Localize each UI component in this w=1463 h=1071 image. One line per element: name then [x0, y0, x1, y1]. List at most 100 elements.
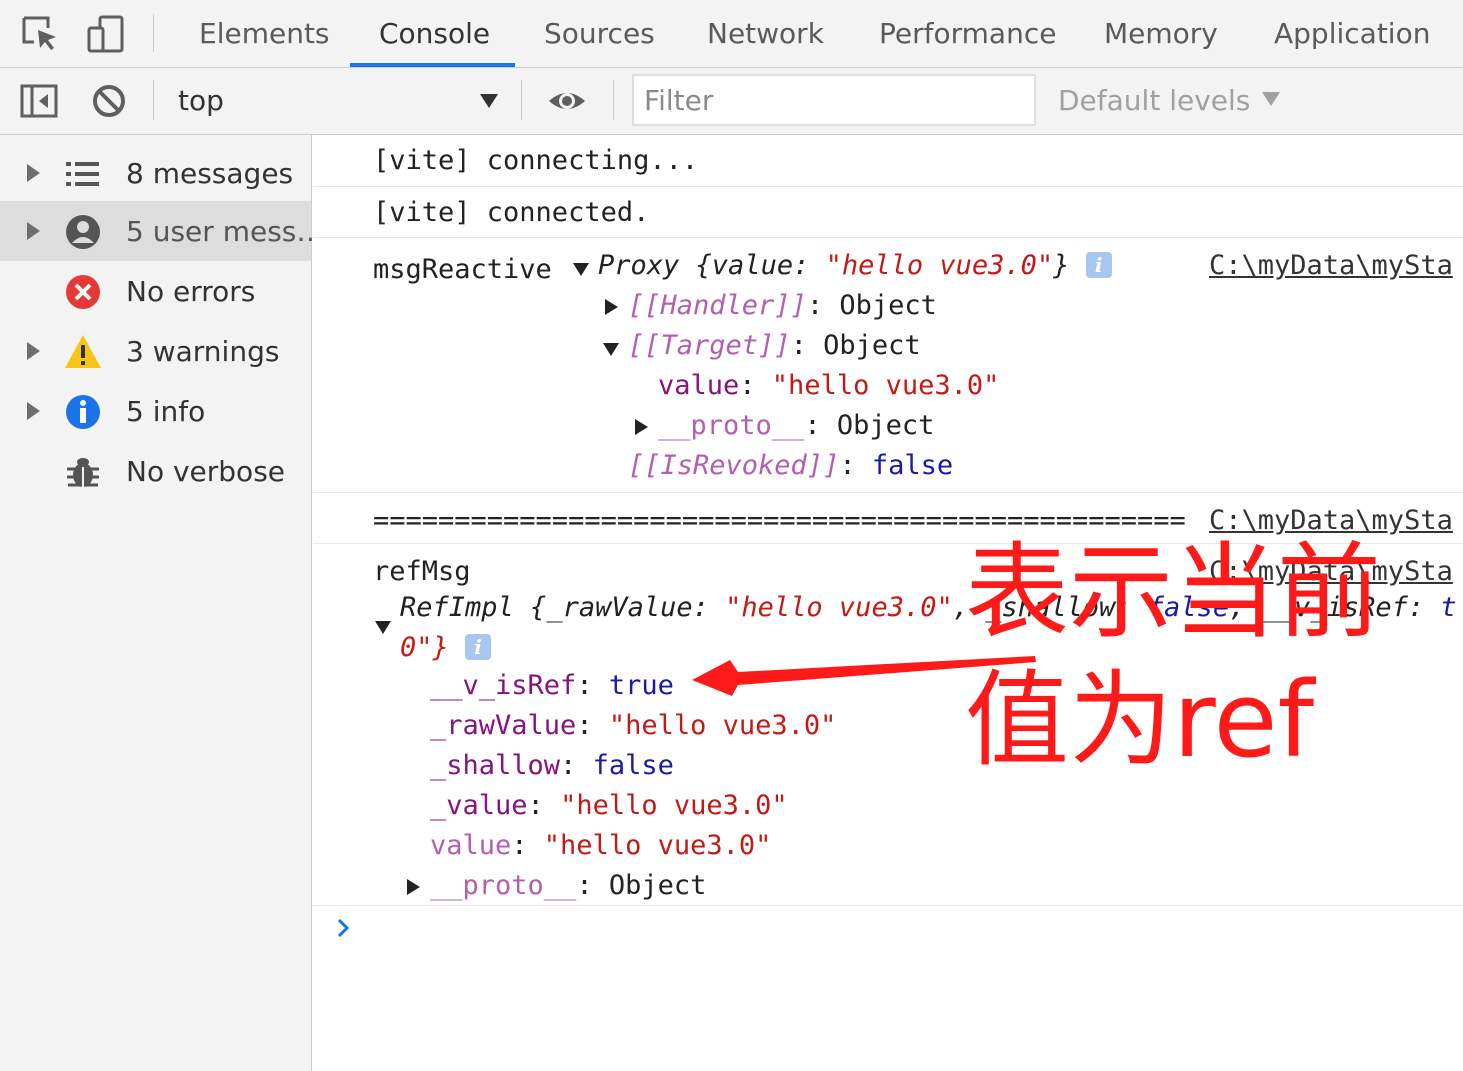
sidebar-item-errors[interactable]: No errors	[0, 261, 311, 321]
error-icon	[66, 275, 100, 309]
expand-arrow-icon[interactable]	[27, 222, 40, 240]
expand-arrow-icon[interactable]	[605, 299, 618, 315]
console-message-msgreactive: msgReactive Proxy {value: "hello vue3.0"…	[313, 238, 1463, 493]
info-icon	[66, 395, 100, 429]
preview-value: t	[1440, 592, 1457, 623]
sidebar-item-label: No verbose	[126, 455, 286, 488]
property-key: value	[430, 830, 512, 861]
property-v-isref: __v_isRef: true	[430, 670, 674, 701]
annotation-line-2: 值为ref	[965, 659, 1315, 781]
toolbar-divider	[613, 80, 614, 120]
property-underscore-value: _value: "hello vue3.0"	[430, 790, 788, 821]
tab-console[interactable]: Console	[379, 0, 490, 68]
annotation-line-1: 表示当前	[965, 531, 1382, 653]
log-label: refMsg	[373, 556, 471, 587]
property-key: __v_isRef	[430, 670, 577, 701]
console-toolbar: top Default levels	[0, 68, 1463, 135]
property-key: __proto__	[658, 410, 805, 441]
levels-label: Default levels	[1058, 84, 1251, 117]
bug-icon	[67, 458, 99, 487]
preview-close: }	[1053, 250, 1070, 281]
property-value: "hello vue3.0"	[543, 830, 772, 861]
tab-application[interactable]: Application	[1274, 0, 1430, 68]
sidebar-item-label: 8 messages	[126, 157, 294, 190]
preview-class: Proxy {	[598, 250, 712, 281]
property-proto[interactable]: __proto__: Object	[430, 870, 706, 901]
list-icon	[66, 162, 99, 186]
property-key: [[Target]]	[628, 330, 791, 361]
context-label: top	[178, 84, 224, 117]
property-key: _value	[430, 790, 528, 821]
property-key: [[Handler]]	[628, 290, 807, 321]
sidebar-item-label: No errors	[126, 275, 256, 308]
console-message: [vite] connected.	[313, 187, 1463, 238]
property-key: __proto__	[430, 870, 577, 901]
preview-key: value	[711, 250, 794, 281]
tab-elements[interactable]: Elements	[199, 0, 330, 68]
collapse-arrow-icon[interactable]	[573, 263, 589, 276]
expand-arrow-icon[interactable]	[27, 402, 40, 420]
user-icon	[66, 215, 100, 249]
property-isrevoked: [[IsRevoked]]: false	[628, 450, 954, 481]
chevron-down-icon	[1262, 92, 1281, 106]
toolbar-divider	[521, 80, 522, 120]
expand-arrow-icon[interactable]	[27, 164, 40, 182]
property-value: Object	[839, 290, 937, 321]
object-info-icon[interactable]: i	[1085, 251, 1112, 278]
expand-arrow-icon[interactable]	[407, 879, 420, 895]
property-proto[interactable]: __proto__: Object	[658, 410, 934, 441]
property-value: "hello vue3.0"	[560, 790, 788, 821]
property-shallow: _shallow: false	[430, 750, 674, 781]
sidebar-item-messages[interactable]: 8 messages	[0, 143, 311, 203]
console-message: [vite] connecting...	[313, 135, 1463, 187]
tab-network[interactable]: Network	[707, 0, 824, 68]
property-key: _rawValue	[430, 710, 577, 741]
chevron-down-icon	[480, 94, 498, 108]
property-value: Object	[608, 870, 707, 901]
console-prompt-chevron-icon[interactable]	[335, 915, 353, 941]
sidebar-item-label: 3 warnings	[126, 335, 280, 368]
tab-sources[interactable]: Sources	[544, 0, 655, 68]
property-key: _shallow	[430, 750, 561, 781]
property-target[interactable]: [[Target]]: Object	[628, 330, 921, 361]
source-link[interactable]: C:\myData\mySta	[1209, 250, 1453, 281]
log-levels-dropdown[interactable]: Default levels	[1058, 76, 1281, 126]
tab-performance[interactable]: Performance	[879, 0, 1056, 68]
log-text: [vite] connected.	[373, 197, 650, 228]
warning-icon	[65, 335, 101, 368]
object-info-icon[interactable]: i	[465, 633, 492, 660]
sidebar-item-user-messages[interactable]: 5 user mess…	[0, 201, 324, 261]
object-preview-wrap: 0"} i	[400, 632, 492, 663]
collapse-arrow-icon[interactable]	[375, 621, 391, 634]
context-selector[interactable]: top	[168, 76, 508, 126]
active-tab-indicator	[350, 63, 515, 67]
sidebar-item-info[interactable]: 5 info	[0, 381, 311, 441]
tabbar-divider	[153, 14, 154, 52]
property-key: value	[658, 370, 740, 401]
expand-arrow-icon[interactable]	[635, 419, 648, 435]
preview-key: _rawValue	[546, 592, 693, 623]
log-label: msgReactive	[373, 254, 552, 285]
property-value: Object	[836, 410, 935, 441]
sidebar-item-label: 5 info	[126, 395, 206, 428]
property-handler[interactable]: [[Handler]]: Object	[628, 290, 937, 321]
filter-input[interactable]	[632, 74, 1036, 126]
object-preview[interactable]: Proxy {value: "hello vue3.0"} i	[598, 250, 1112, 281]
preview-value: "hello vue3.0"	[725, 592, 953, 623]
sidebar-item-label: 5 user mess…	[126, 215, 325, 248]
inspect-element-icon[interactable]	[20, 14, 60, 54]
sidebar-item-warnings[interactable]: 3 warnings	[0, 321, 311, 381]
tab-memory[interactable]: Memory	[1104, 0, 1218, 68]
property-value: "hello vue3.0"	[771, 370, 1000, 401]
property-value-getter: value: "hello vue3.0"	[430, 830, 772, 861]
live-expression-eye-icon[interactable]	[547, 81, 587, 121]
device-toolbar-icon[interactable]	[86, 14, 126, 54]
preview-value: "hello vue3.0"	[825, 250, 1054, 281]
collapse-arrow-icon[interactable]	[603, 343, 619, 356]
property-value: "hello vue3.0"	[608, 710, 837, 741]
clear-console-icon[interactable]	[89, 81, 129, 121]
property-value: Object	[823, 330, 921, 361]
sidebar-item-verbose[interactable]: No verbose	[0, 441, 311, 501]
expand-arrow-icon[interactable]	[27, 342, 40, 360]
sidebar-toggle-icon[interactable]	[19, 81, 59, 121]
